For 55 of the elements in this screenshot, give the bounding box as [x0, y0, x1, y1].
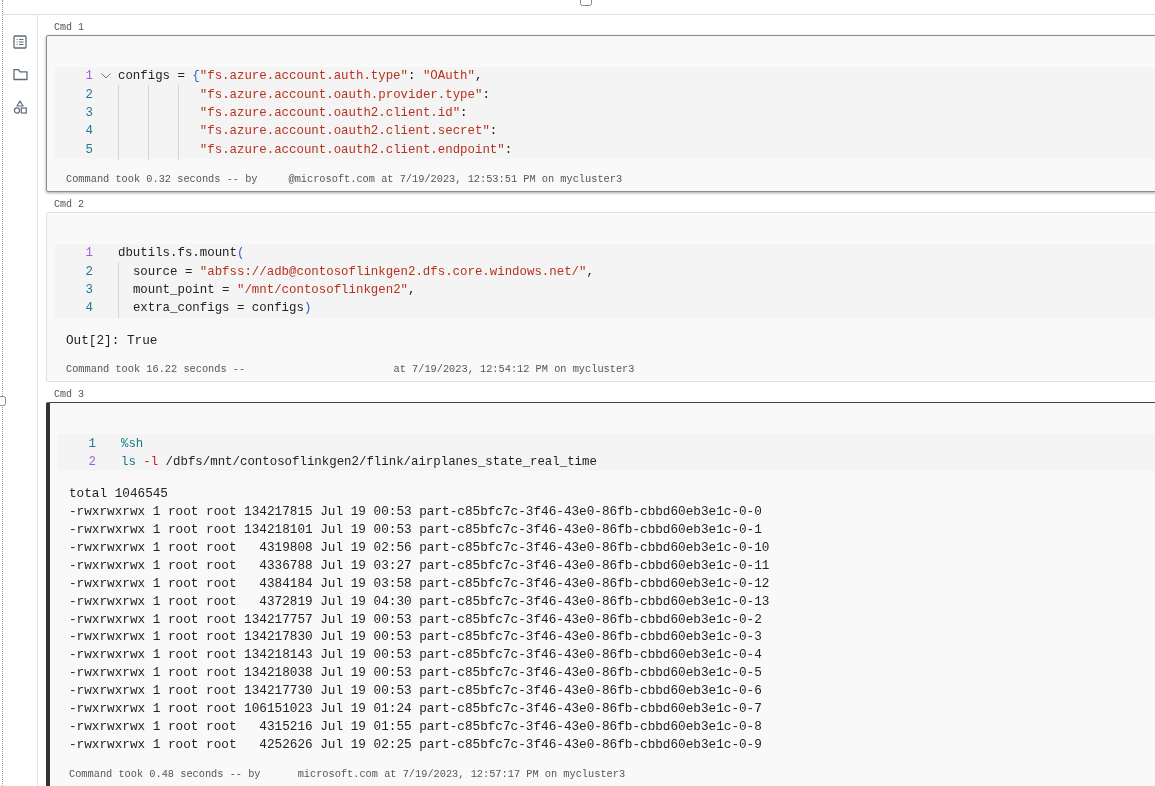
code-line: dbutils.fs.mount( — [118, 246, 245, 261]
code-line: %sh — [121, 436, 144, 451]
line-number: 1 — [84, 246, 93, 261]
command-footer: Command took 0.48 seconds -- by microsoft.com at 7/19/2023, 12:57:17 PM on mycluster3 — [58, 753, 1155, 780]
line-number: 3 — [84, 105, 93, 120]
line-number: 1 — [87, 436, 96, 451]
output-line: -rwxrwxrwx 1 root root 4252626 Jul 19 02:25 part-c85bfc7c-3f46-43e0-86fb-cbbd60eb3e1c-0-9 — [68, 735, 763, 754]
output-line: total 1046545 — [68, 485, 169, 504]
chevron-down-icon[interactable] — [100, 73, 111, 80]
output-line: -rwxrwxrwx 1 root root 134218038 Jul 19 00:53 part-c85bfc7c-3f46-43e0-86fb-cbbd60eb3e1c-0-5 — [68, 664, 763, 683]
code-editor[interactable]: 1 %sh 2 ls -l /dbfs/mnt/contosoflinkgen2/flink/airplanes_state_real_time — [58, 434, 1155, 472]
cell-label: Cmd 1 — [53, 21, 85, 34]
command-footer: Command took 16.22 seconds -- at 7/19/2023, 12:54:12 PM on mycluster3 — [55, 349, 1155, 376]
code-line: "fs.azure.account.oauth.provider.type": — [118, 87, 490, 102]
output-line: -rwxrwxrwx 1 root root 4372819 Jul 19 04:30 part-c85bfc7c-3f46-43e0-86fb-cbbd60eb3e1c-0-13 — [68, 592, 771, 611]
output-line: -rwxrwxrwx 1 root root 134217757 Jul 19 00:53 part-c85bfc7c-3f46-43e0-86fb-cbbd60eb3e1c-0-2 — [68, 610, 763, 629]
code-editor[interactable]: 1 dbutils.fs.mount( 2 source = "abfss://adb@contosoflinkgen2.dfs.core.windows.net/", 3 mount_point = "/mnt/contosoflinkgen2", 4 extra_configs = configs) — [55, 243, 1155, 318]
line-number: 2 — [87, 455, 96, 469]
code-line: extra_configs = configs) — [118, 301, 312, 316]
code-line: source = "abfss://adb@contosoflinkgen2.dfs.core.windows.net/", — [118, 264, 594, 279]
resize-handle-icon[interactable] — [0, 396, 7, 406]
notebook-cell[interactable] — [46, 402, 1155, 786]
code-editor[interactable] — [55, 67, 1155, 159]
notebook-cell[interactable] — [46, 35, 1155, 192]
code-line: "fs.azure.account.oauth2.client.id": — [118, 105, 468, 120]
output-line: Out[2]: True — [65, 331, 159, 350]
output-line: -rwxrwxrwx 1 root root 4315216 Jul 19 01:55 part-c85bfc7c-3f46-43e0-86fb-cbbd60eb3e1c-0-8 — [68, 718, 763, 736]
output-line: -rwxrwxrwx 1 root root 134218101 Jul 19 00:53 part-c85bfc7c-3f46-43e0-86fb-cbbd60eb3e1c-0-1 — [68, 521, 763, 539]
line-number: 2 — [84, 264, 93, 279]
cell-label: Cmd 2 — [53, 197, 85, 211]
output-line: -rwxrwxrwx 1 root root 4384184 Jul 19 03:58 part-c85bfc7c-3f46-43e0-86fb-cbbd60eb3e1c-0-12 — [68, 574, 771, 593]
code-line: "fs.azure.account.oauth2.client.secret": — [118, 124, 498, 139]
line-number: 2 — [84, 87, 93, 102]
line-number: 5 — [84, 142, 93, 157]
command-footer: Command took 0.32 seconds -- by @microsoft.com at 7/19/2023, 12:53:51 PM on mycluster3 — [55, 158, 1155, 185]
resize-handle-icon[interactable] — [580, 0, 592, 6]
cell-label: Cmd 3 — [53, 388, 85, 402]
output-line: -rwxrwxrwx 1 root root 134218143 Jul 19 00:53 part-c85bfc7c-3f46-43e0-86fb-cbbd60eb3e1c-0-4 — [68, 646, 763, 665]
list-icon[interactable] — [13, 35, 27, 49]
output-line: -rwxrwxrwx 1 root root 4336788 Jul 19 03:27 part-c85bfc7c-3f46-43e0-86fb-cbbd60eb3e1c-0-11 — [68, 556, 771, 575]
output-line: -rwxrwxrwx 1 root root 106151023 Jul 19 01:24 part-c85bfc7c-3f46-43e0-86fb-cbbd60eb3e1c-0-7 — [68, 700, 763, 718]
code-line: configs = {"fs.azure.account.auth.type": "OAuth", — [118, 69, 483, 84]
line-number: 3 — [84, 282, 93, 297]
output-line: -rwxrwxrwx 1 root root 134217815 Jul 19 00:53 part-c85bfc7c-3f46-43e0-86fb-cbbd60eb3e1c-0-0 — [68, 503, 763, 521]
output-line: -rwxrwxrwx 1 root root 4319808 Jul 19 02:56 part-c85bfc7c-3f46-43e0-86fb-cbbd60eb3e1c-0-10 — [68, 538, 771, 557]
code-line: "fs.azure.account.oauth2.client.endpoint": — [118, 142, 513, 157]
output-line: -rwxrwxrwx 1 root root 134217730 Jul 19 00:53 part-c85bfc7c-3f46-43e0-86fb-cbbd60eb3e1c-0-6 — [68, 682, 763, 701]
code-line: mount_point = "/mnt/contosoflinkgen2", — [118, 282, 416, 297]
shapes-icon[interactable] — [13, 100, 27, 114]
code-line: ls -l /dbfs/mnt/contosoflinkgen2/flink/airplanes_state_real_time — [121, 455, 597, 469]
line-number: 1 — [84, 69, 93, 84]
line-number: 4 — [84, 301, 93, 316]
output-line: -rwxrwxrwx 1 root root 134217830 Jul 19 00:53 part-c85bfc7c-3f46-43e0-86fb-cbbd60eb3e1c-0-3 — [68, 628, 763, 647]
line-number: 4 — [84, 124, 93, 139]
folder-icon[interactable] — [12, 68, 28, 81]
